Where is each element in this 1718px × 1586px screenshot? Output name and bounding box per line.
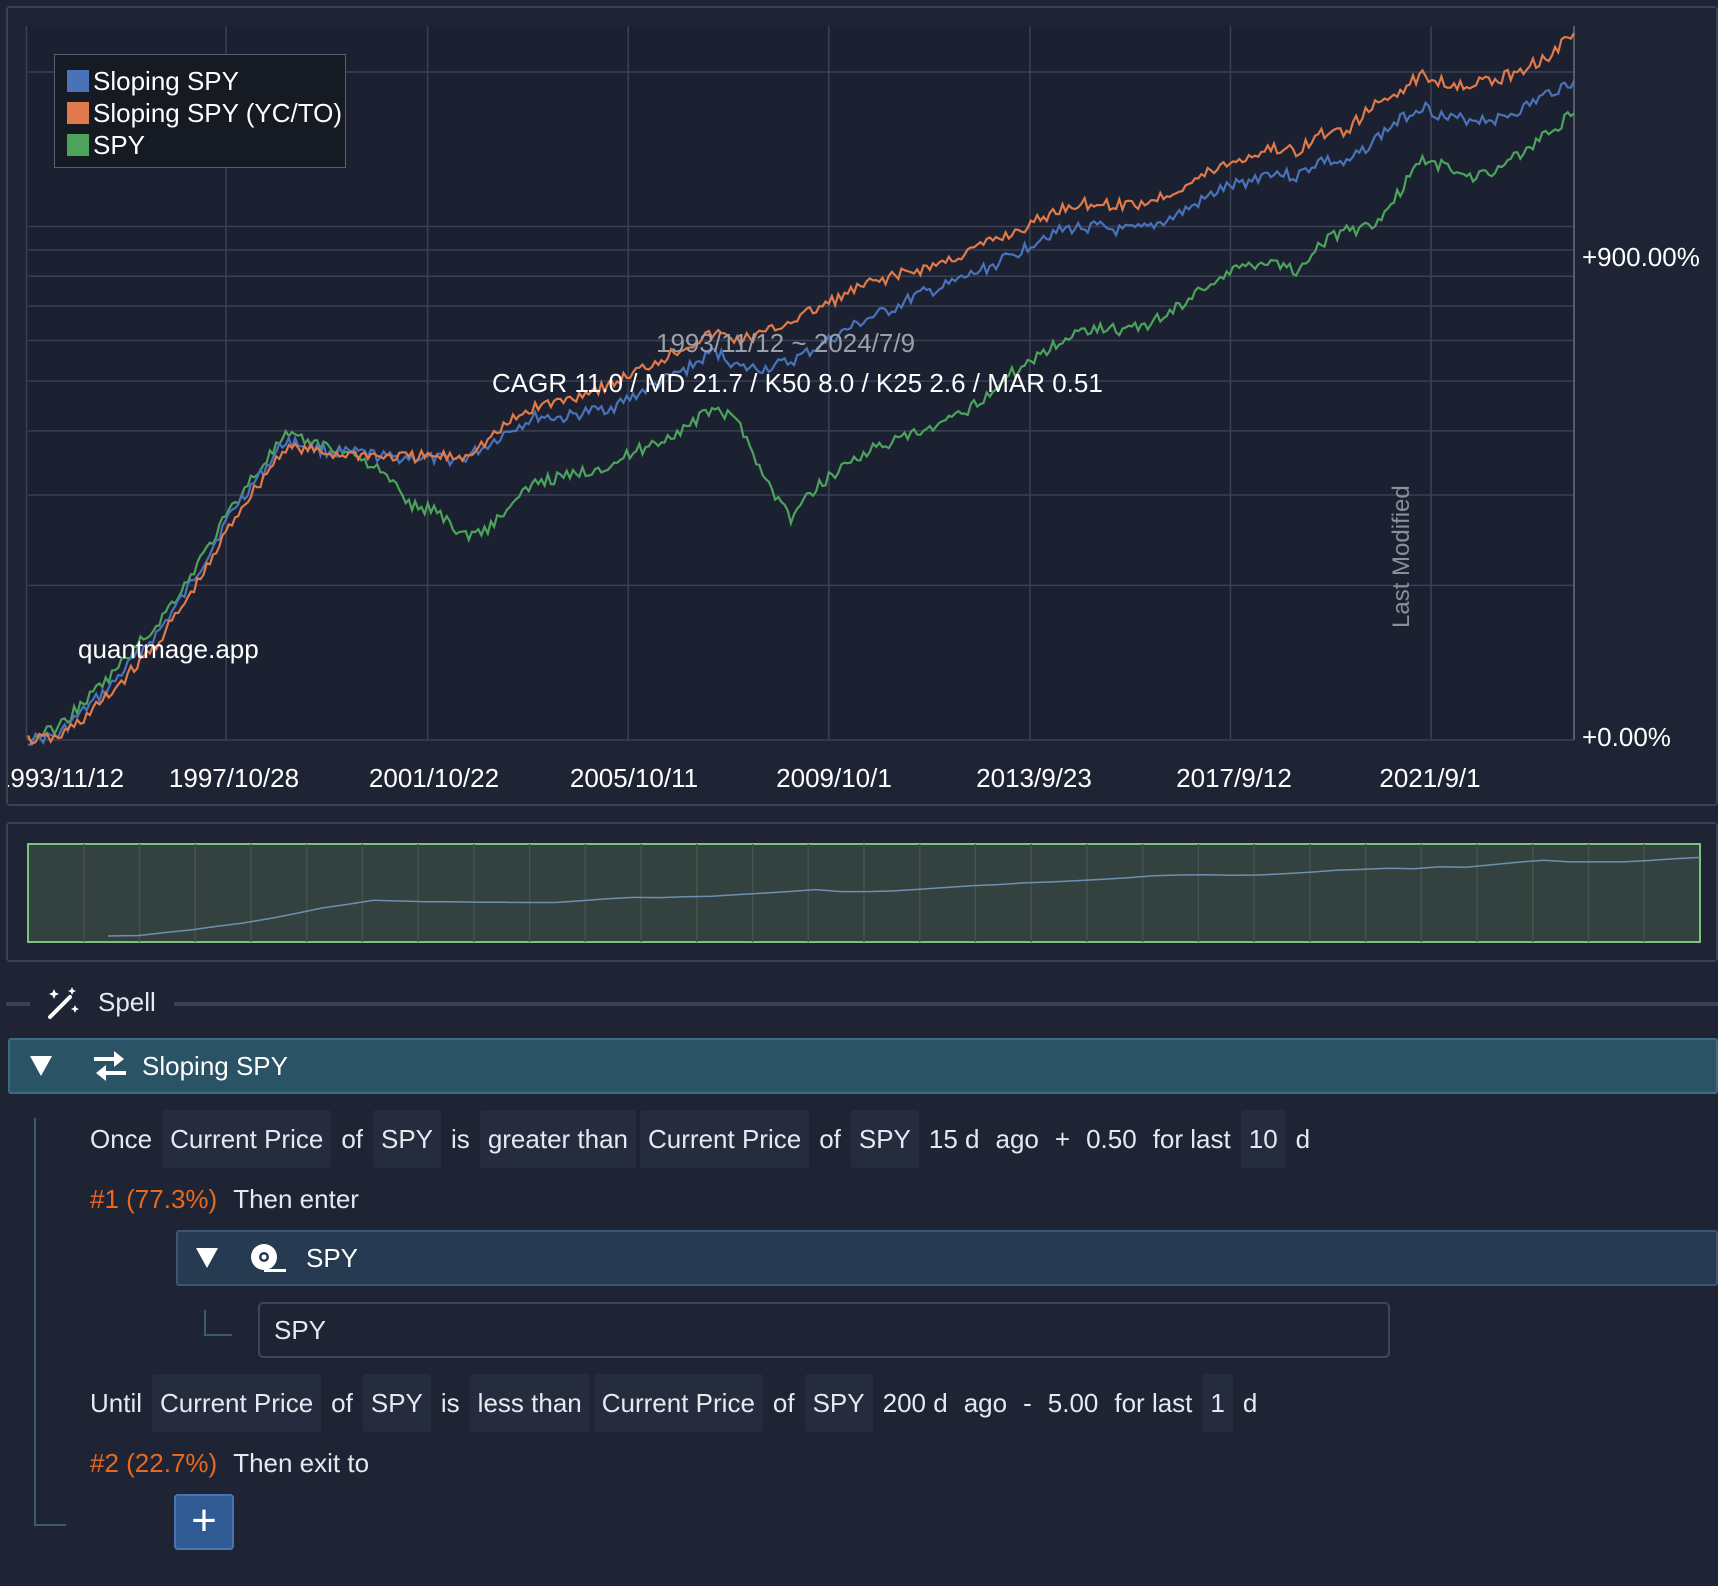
- spell-section-header: Spell: [6, 985, 1718, 1021]
- swap-arrows-icon: [94, 1051, 126, 1081]
- range-navigator-panel: [6, 822, 1718, 962]
- exit-text: is: [440, 1388, 460, 1418]
- divider: [6, 1002, 30, 1006]
- exit-param[interactable]: Current Price: [593, 1374, 763, 1432]
- branch-2-action: Then exit to: [233, 1448, 370, 1478]
- enter-param[interactable]: greater than: [479, 1110, 637, 1168]
- enter-param[interactable]: SPY: [850, 1110, 919, 1168]
- exit-param[interactable]: 1: [1202, 1374, 1233, 1432]
- y-tick-label: +900.00%: [1582, 242, 1700, 272]
- exit-keyword: Until: [90, 1388, 143, 1418]
- legend-label: Sloping SPY (YC/TO): [93, 97, 343, 128]
- spell-label: Spell: [98, 987, 156, 1017]
- exit-text: of: [772, 1388, 795, 1418]
- strategy-name: Sloping SPY: [142, 1050, 288, 1081]
- ticker-field[interactable]: SPY: [258, 1302, 1390, 1358]
- exit-condition: Until Current Price of SPY is less than Curren…: [82, 1374, 1265, 1432]
- chart-watermark: quantmage.app: [78, 634, 259, 664]
- exit-text: d: [1242, 1388, 1258, 1418]
- x-tick-label: 2009/10/1: [776, 763, 892, 793]
- legend-label: SPY: [93, 129, 146, 160]
- enter-param[interactable]: 10: [1240, 1110, 1286, 1168]
- tree-connector: [204, 1334, 232, 1336]
- enter-text: 15 d: [928, 1124, 980, 1154]
- chart-date-range: 1993/11/12 ~ 2024/7/9: [656, 328, 916, 358]
- tree-connector: [34, 1524, 66, 1526]
- exit-text: 200 d: [882, 1388, 948, 1418]
- ticker-node-name: SPY: [306, 1242, 359, 1273]
- exit-param[interactable]: Current Price: [152, 1374, 322, 1432]
- enter-text: d: [1295, 1124, 1311, 1154]
- ticker-icon: [251, 1244, 286, 1272]
- chart-stats: CAGR 11.0 / MD 21.7 / K50 8.0 / K25 2.6 …: [492, 368, 1103, 398]
- x-tick-label: 2017/9/12: [1176, 763, 1292, 793]
- performance-chart-panel: 1993/11/12 1997/10/28 2001/10/22 2005/10/11…: [6, 6, 1718, 806]
- tree-connector: [204, 1310, 206, 1336]
- branch-2-weight: #2 (22.7%): [90, 1448, 218, 1478]
- exit-text: for last: [1114, 1388, 1193, 1418]
- legend-swatch: [67, 102, 89, 124]
- legend-swatch: [67, 70, 89, 92]
- enter-condition: Once Current Price of SPY is greater than Curr…: [82, 1110, 1318, 1168]
- enter-text: for last: [1152, 1124, 1231, 1154]
- enter-text: is: [451, 1124, 470, 1154]
- last-modified-label: Last Modified: [1388, 485, 1415, 628]
- tree-connector: [34, 1118, 36, 1526]
- branch-1-action: Then enter: [233, 1184, 359, 1214]
- legend-item[interactable]: Sloping SPY (YC/TO): [67, 97, 345, 129]
- y-tick-label: +0.00%: [1582, 722, 1671, 752]
- add-node-button[interactable]: +: [174, 1494, 234, 1550]
- collapse-toggle-icon[interactable]: [196, 1248, 218, 1268]
- range-navigator[interactable]: [8, 824, 1718, 964]
- exit-text: 5.00: [1047, 1388, 1099, 1418]
- enter-param[interactable]: Current Price: [640, 1110, 810, 1168]
- enter-text: 0.50: [1086, 1124, 1137, 1154]
- branch-1-weight: #1 (77.3%): [90, 1184, 218, 1214]
- enter-param[interactable]: SPY: [373, 1110, 442, 1168]
- x-tick-label: 2021/9/1: [1379, 763, 1480, 793]
- branch-1: #1 (77.3%) Then enter: [90, 1184, 359, 1215]
- exit-text: of: [331, 1388, 353, 1418]
- ticker-node-header[interactable]: SPY: [176, 1230, 1718, 1286]
- x-tick-label: 1997/10/28: [169, 763, 299, 793]
- strategy-node-header[interactable]: Sloping SPY: [8, 1038, 1718, 1094]
- legend-item[interactable]: Sloping SPY: [67, 65, 345, 97]
- enter-text: of: [819, 1124, 841, 1154]
- divider: [174, 1002, 1718, 1006]
- legend-swatch: [67, 134, 89, 156]
- enter-text: +: [1054, 1124, 1071, 1154]
- x-tick-label: 2001/10/22: [369, 763, 499, 793]
- legend-item[interactable]: SPY: [67, 129, 345, 161]
- enter-keyword: Once: [90, 1124, 153, 1154]
- exit-param[interactable]: SPY: [362, 1374, 431, 1432]
- branch-2: #2 (22.7%) Then exit to: [90, 1448, 369, 1479]
- x-tick-label: 2013/9/23: [976, 763, 1092, 793]
- enter-text: of: [341, 1124, 363, 1154]
- exit-param[interactable]: less than: [469, 1374, 590, 1432]
- exit-text: ago: [963, 1388, 1008, 1418]
- enter-text: ago: [995, 1124, 1039, 1154]
- chart-legend: Sloping SPY Sloping SPY (YC/TO) SPY: [54, 54, 346, 168]
- enter-param[interactable]: Current Price: [162, 1110, 332, 1168]
- x-tick-label: 1993/11/12: [8, 763, 124, 793]
- magic-wand-icon: [48, 987, 79, 1019]
- collapse-toggle-icon[interactable]: [30, 1056, 52, 1076]
- legend-label: Sloping SPY: [93, 65, 239, 96]
- exit-text: -: [1023, 1388, 1032, 1418]
- x-tick-label: 2005/10/11: [570, 763, 698, 793]
- exit-param[interactable]: SPY: [804, 1374, 873, 1432]
